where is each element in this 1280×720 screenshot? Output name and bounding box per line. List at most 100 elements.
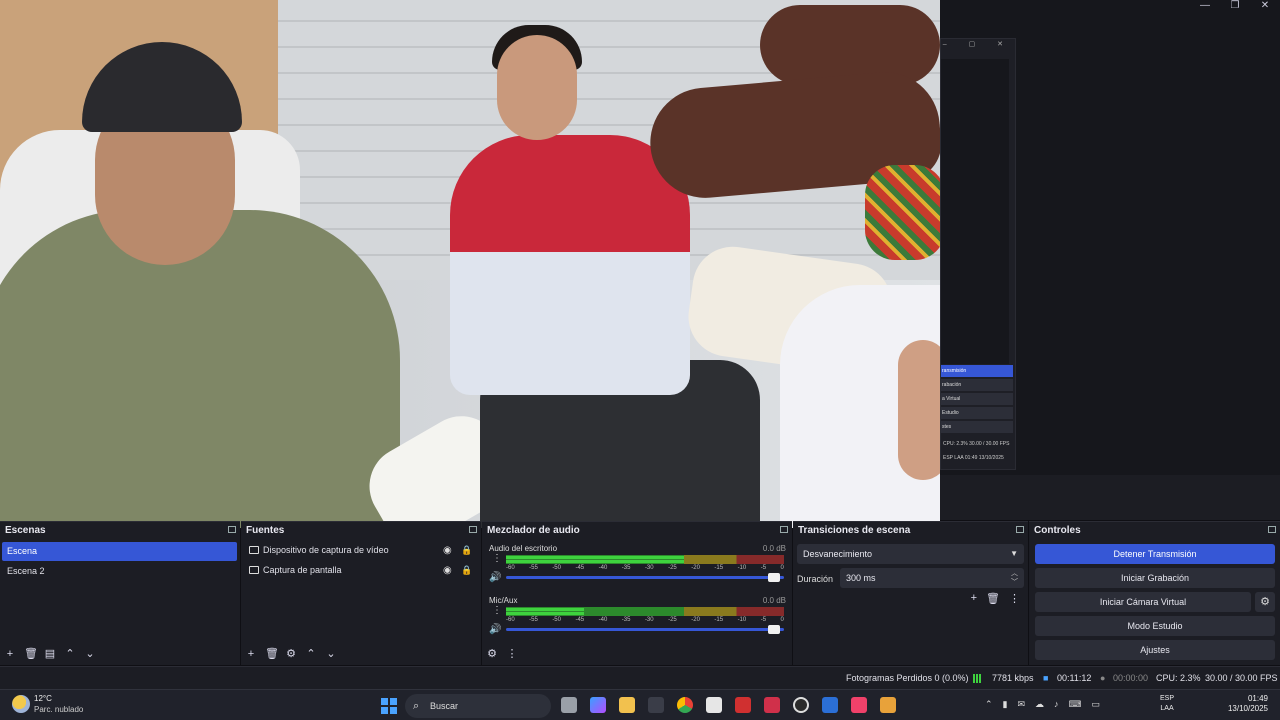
weather-icon[interactable]: [12, 695, 30, 713]
chrome-icon[interactable]: [677, 697, 693, 713]
dock-menu-icon[interactable]: [1268, 526, 1276, 533]
volume-slider[interactable]: [506, 628, 784, 631]
app-icon[interactable]: [764, 697, 780, 713]
obs-icon[interactable]: [793, 697, 809, 713]
weather-desc[interactable]: Parc. nublado: [34, 705, 83, 714]
nested-control-4: stes: [941, 421, 1013, 433]
down-arrow-icon[interactable]: ⌄: [325, 647, 337, 661]
dock-menu-icon[interactable]: [469, 526, 477, 533]
transitions-title: Transiciones de escena: [798, 525, 911, 536]
meter-level: [506, 608, 584, 611]
maximize-button[interactable]: ❐: [1220, 0, 1250, 14]
sources-title: Fuentes: [246, 525, 285, 536]
eye-icon[interactable]: ◉: [443, 541, 452, 560]
scale-tick: -10: [737, 565, 747, 571]
more-icon[interactable]: ⋮: [506, 647, 518, 661]
dock-menu-icon[interactable]: [1016, 526, 1024, 533]
speaker-icon[interactable]: 🔊: [489, 624, 501, 635]
trash-icon[interactable]: 🗑: [986, 592, 1000, 605]
copilot-icon[interactable]: [590, 697, 606, 713]
scale-tick: -45: [575, 565, 585, 571]
channel-db: 0.0 dB: [762, 544, 786, 553]
fps: 30.00 / 30.00 FPS: [1205, 673, 1278, 683]
scene-item[interactable]: Escena 2: [2, 562, 237, 581]
scale-tick: -55: [529, 565, 538, 571]
add-icon[interactable]: +: [971, 592, 977, 605]
up-arrow-icon[interactable]: ⌃: [64, 647, 76, 661]
scenes-dock: Escenas Escena Escena 2 + 🗑 ▤ ⌃ ⌄: [0, 521, 240, 665]
dock-menu-icon[interactable]: [228, 526, 236, 533]
scale-tick: 0: [780, 565, 784, 571]
mixer-channel: Audio del escritorio 0.0 dB ⋮ -60 -55 -50-…: [488, 544, 786, 594]
scale-tick: -60: [506, 617, 515, 623]
more-icon[interactable]: ⋮: [492, 605, 502, 616]
volume-knob[interactable]: [768, 573, 780, 582]
scene-item[interactable]: Escena: [2, 542, 237, 561]
search-placeholder: Buscar: [430, 701, 459, 711]
channel-name: Audio del escritorio: [489, 544, 558, 553]
gear-icon[interactable]: ⚙: [285, 647, 297, 661]
clock[interactable]: 01:49 13/10/2025: [1220, 694, 1268, 714]
studio-mode-button[interactable]: Modo Estudio: [1035, 616, 1275, 636]
preview-bottom-strip: [940, 475, 1280, 520]
volume-slider[interactable]: [506, 576, 784, 579]
settings-button[interactable]: Ajustes: [1035, 640, 1275, 660]
scale-tick: -25: [668, 617, 677, 623]
scale-tick: -25: [668, 565, 677, 571]
system-tray[interactable]: ⌃▮✉☁♪⌨▭: [985, 699, 1110, 710]
scale-tick: -40: [598, 617, 608, 623]
meter-level: [506, 612, 584, 615]
windows-start-icon[interactable]: [381, 698, 397, 714]
down-arrow-icon[interactable]: ⌄: [84, 647, 96, 661]
meter-level: [506, 556, 684, 559]
close-button[interactable]: ✕: [1250, 0, 1280, 14]
scale-tick: -40: [598, 565, 608, 571]
scale-tick: 0: [780, 617, 784, 623]
store-icon[interactable]: [706, 697, 722, 713]
lock-icon[interactable]: 🔒: [461, 541, 472, 560]
source-label: Captura de pantalla: [263, 565, 342, 575]
trash-icon[interactable]: 🗑: [24, 647, 38, 661]
windows-taskbar: 12°C Parc. nublado ⌕ Buscar ⌃▮✉☁♪⌨▭ ESP …: [0, 689, 1280, 720]
add-icon[interactable]: +: [4, 647, 16, 661]
app-icon[interactable]: [648, 697, 664, 713]
transition-select[interactable]: Desvanecimiento ▼: [797, 544, 1024, 564]
stop-stream-button[interactable]: Detener Transmisión: [1035, 544, 1275, 564]
link-gear-icon[interactable]: ⚙: [486, 647, 498, 661]
app-icon[interactable]: [880, 697, 896, 713]
filter-icon[interactable]: ▤: [44, 647, 56, 661]
more-icon[interactable]: ⋮: [1009, 592, 1020, 605]
trash-icon[interactable]: 🗑: [265, 647, 279, 661]
program-preview[interactable]: [0, 0, 940, 528]
eye-icon[interactable]: ◉: [443, 561, 452, 580]
dock-menu-icon[interactable]: [780, 526, 788, 533]
shield-icon[interactable]: [822, 697, 838, 713]
minimize-button[interactable]: —: [1190, 0, 1220, 14]
task-view-icon[interactable]: [561, 697, 577, 713]
add-icon[interactable]: +: [245, 647, 257, 661]
music-icon[interactable]: [851, 697, 867, 713]
mixer-channel: Mic/Aux 0.0 dB ⋮ -60 -55 -50 -45 -40 -35 -30 -2…: [488, 596, 786, 646]
volume-knob[interactable]: [768, 625, 780, 634]
lock-icon[interactable]: 🔒: [461, 561, 472, 580]
source-item[interactable]: Captura de pantalla ◉ 🔒: [247, 561, 475, 580]
source-item[interactable]: Dispositivo de captura de vídeo ◉ 🔒: [247, 541, 475, 560]
weather-temp[interactable]: 12°C: [34, 694, 52, 703]
nested-preview: [941, 59, 1009, 364]
more-icon[interactable]: ⋮: [492, 553, 502, 564]
black-cap: [82, 42, 242, 132]
language-indicator[interactable]: ESP LAA: [1160, 694, 1174, 714]
up-arrow-icon[interactable]: ⌃: [305, 647, 317, 661]
sources-toolbar: + 🗑 ⚙ ⌃ ⌄: [245, 647, 337, 661]
duration-input[interactable]: 300 ms ︿ ﹀: [840, 568, 1024, 588]
app-icon[interactable]: [735, 697, 751, 713]
start-virtualcam-button[interactable]: Iniciar Cámara Virtual: [1035, 592, 1251, 612]
search-box[interactable]: ⌕ Buscar: [405, 694, 551, 718]
gear-icon[interactable]: ⚙: [1255, 592, 1275, 612]
start-record-button[interactable]: Iniciar Grabación: [1035, 568, 1275, 588]
spinner-icon[interactable]: ︿ ﹀: [1011, 569, 1018, 587]
speaker-icon[interactable]: 🔊: [489, 572, 501, 583]
lang-code: ESP: [1160, 695, 1175, 702]
meter-scale: -60 -55 -50 -45 -40 -35 -30 -25 -20 -15 -10 -5 0: [506, 617, 784, 625]
file-explorer-icon[interactable]: [619, 697, 635, 713]
